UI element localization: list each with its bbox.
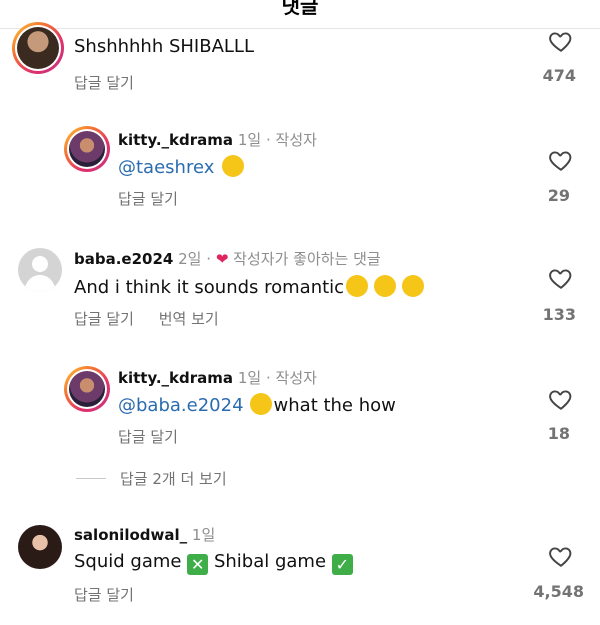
check-mark-icon: ✓ (331, 554, 353, 575)
separator: · (206, 250, 212, 268)
creator-liked-label: 작성자가 좋아하는 댓글 (233, 250, 381, 268)
comment-meta: kitty._kdrama 1일 · 작성자 (118, 367, 317, 388)
creator-liked-heart-icon: ❤ (215, 250, 229, 268)
joy-emoji-icon (222, 155, 245, 177)
joy-emoji-icon (249, 393, 272, 415)
comment-text: @taeshrex (118, 155, 245, 178)
reply-button[interactable]: 답글 달기 (118, 190, 178, 208)
author-badge: 작성자 (275, 369, 317, 387)
translate-button[interactable]: 번역 보기 (159, 310, 219, 328)
avatar[interactable] (12, 22, 64, 74)
comment-text: @baba.e2024 what the how (118, 393, 396, 416)
like-count: 4,548 (533, 582, 584, 601)
like-count: 29 (547, 186, 570, 205)
comment-age: 1일 (237, 131, 262, 149)
author-badge: 작성자 (275, 131, 317, 149)
avatar[interactable] (64, 366, 110, 412)
comment-actions: 답글 달기 번역 보기 (74, 308, 239, 329)
comment-text: Squid game ✕ Shibal game ✓ (74, 551, 353, 575)
comment-age: 1일 (191, 526, 216, 544)
comment-actions: 답글 달기 (74, 72, 154, 93)
header: 댓글 (0, 0, 600, 29)
joy-emoji-icon (402, 275, 425, 297)
heart-icon[interactable] (547, 543, 575, 569)
like-count: 133 (542, 305, 576, 324)
comment-age: 2일 (178, 250, 202, 268)
avatar[interactable] (64, 126, 110, 172)
heart-icon[interactable] (547, 265, 575, 291)
reply-button[interactable]: 답글 달기 (74, 74, 134, 92)
reply-button[interactable]: 답글 달기 (74, 586, 134, 604)
reply-button[interactable]: 답글 달기 (74, 310, 134, 328)
mention-link[interactable]: @baba.e2024 (118, 395, 244, 416)
heart-icon[interactable] (547, 28, 575, 54)
cross-mark-icon: ✕ (187, 554, 209, 575)
comment-age: 1일 (237, 369, 262, 387)
separator: · (265, 369, 271, 387)
username[interactable]: kitty._kdrama (118, 369, 233, 387)
avatar[interactable] (18, 248, 62, 292)
comment-meta: baba.e2024 2일 · ❤ 작성자가 좋아하는 댓글 (74, 248, 381, 269)
comment-text: And i think it sounds romantic (74, 275, 425, 298)
like-count: 18 (547, 424, 570, 443)
separator: · (265, 131, 271, 149)
joy-emoji-icon (374, 275, 397, 297)
comment-actions: 답글 달기 (118, 188, 198, 209)
reply-button[interactable]: 답글 달기 (118, 428, 178, 446)
page-title: 댓글 (281, 0, 319, 18)
username[interactable]: kitty._kdrama (118, 131, 233, 149)
view-more-replies-button[interactable]: 답글 2개 더 보기 (76, 468, 227, 489)
username[interactable]: salonilodwal_ (74, 526, 187, 544)
comment-actions: 답글 달기 (74, 584, 154, 605)
username[interactable]: baba.e2024 (74, 250, 173, 268)
mention-link[interactable]: @taeshrex (118, 157, 214, 178)
heart-eyes-emoji-icon (346, 275, 369, 297)
comment-meta: salonilodwal_ 1일 (74, 524, 215, 545)
like-count: 474 (542, 66, 576, 85)
divider-line (76, 478, 106, 479)
comment-text: Shshhhhh SHIBALLL (74, 36, 254, 57)
comment-actions: 답글 달기 (118, 426, 198, 447)
heart-icon[interactable] (547, 386, 575, 412)
comment-meta: kitty._kdrama 1일 · 작성자 (118, 129, 317, 150)
heart-icon[interactable] (547, 147, 575, 173)
avatar[interactable] (18, 525, 62, 569)
